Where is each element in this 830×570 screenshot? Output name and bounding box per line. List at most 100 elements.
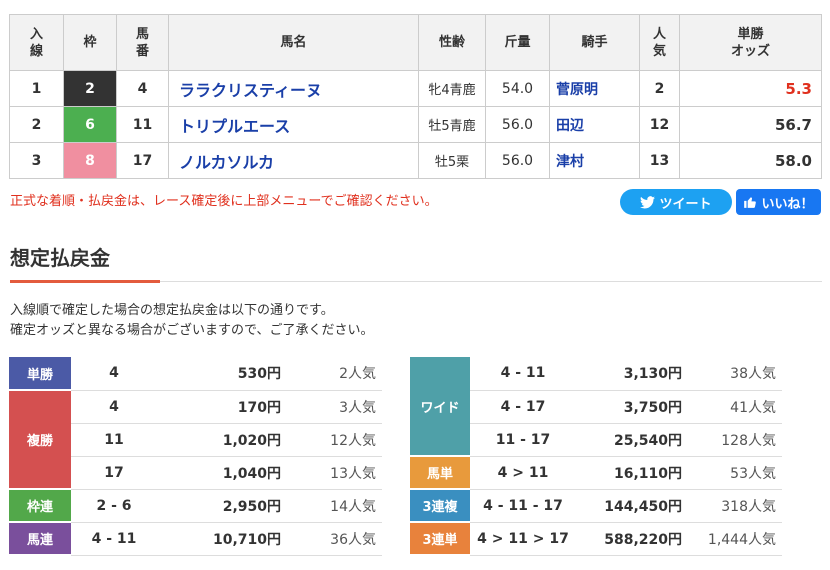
section-title: 想定払戻金: [10, 246, 110, 270]
header-odds: 単勝 オッズ: [679, 14, 822, 71]
horse-name-link[interactable]: ララクリスティーヌ: [168, 70, 419, 107]
payout-popularity: 41人気: [686, 390, 782, 424]
header-jockey: 騎手: [549, 14, 640, 71]
payout-amount: 530円: [157, 357, 285, 391]
payout-combination: 4 > 11: [470, 456, 576, 490]
payout-amount: 1,040円: [157, 456, 285, 490]
payout-popularity: 128人気: [686, 423, 782, 457]
payout-combination: 11: [71, 423, 157, 457]
description-line-1: 入線順で確定した場合の想定払戻金は以下の通りです。: [10, 303, 334, 318]
popularity-cell: 12: [639, 106, 680, 143]
payout-popularity: 318人気: [686, 489, 782, 523]
payout-label-wakuren: 枠連: [9, 489, 71, 523]
payout-combination: 4 - 11 - 17: [470, 489, 576, 523]
payout-label-sanrentan: 3連単: [410, 522, 470, 556]
payout-row-sanrentan: 3連単 4 > 11 > 17 588,220円 1,444人気: [410, 522, 782, 556]
payout-popularity: 13人気: [285, 456, 382, 490]
payout-amount: 3,750円: [576, 390, 686, 424]
payout-row-wide: ワイド 4 - 11 3,130円 38人気: [410, 357, 782, 457]
waku-cell: 8: [63, 142, 117, 179]
odds-cell: 58.0: [679, 142, 822, 179]
horse-name-link[interactable]: ノルカソルカ: [168, 142, 419, 179]
payout-amount: 170円: [157, 390, 285, 424]
payout-amount: 25,540円: [576, 423, 686, 457]
jockey-link[interactable]: 津村: [549, 142, 640, 179]
popularity-cell: 13: [639, 142, 680, 179]
rank-cell: 3: [9, 142, 64, 179]
tweet-button[interactable]: ツイート: [620, 189, 732, 215]
weight-cell: 54.0: [485, 70, 550, 107]
payout-row-umaren: 馬連 4 - 11 10,710円 36人気: [9, 522, 382, 556]
header-pop: 人気: [639, 14, 680, 71]
payout-popularity: 3人気: [285, 390, 382, 424]
like-label: いいね！: [761, 196, 814, 212]
header-weight: 斤量: [485, 14, 550, 71]
payout-amount: 10,710円: [157, 522, 285, 556]
result-row: 3 8 17 ノルカソルカ 牡5栗 56.0 津村 13 58.0: [9, 142, 822, 179]
payout-amount: 1,020円: [157, 423, 285, 457]
race-result-table: 入線 枠 馬番 馬名 性齢 斤量 騎手 人気 単勝 オッズ 1 2 4 ララクリスティー…: [9, 14, 822, 179]
payout-label-wide: ワイド: [410, 357, 470, 457]
confirmation-notice: 正式な着順・払戻金は、レース確定後に上部メニューでご確認ください。: [10, 194, 438, 209]
payout-combination: 4 - 11: [71, 522, 157, 556]
waku-cell: 2: [63, 70, 117, 107]
odds-cell: 56.7: [679, 106, 822, 143]
header-rank: 入線: [9, 14, 64, 71]
sex-age-cell: 牝4青鹿: [418, 70, 486, 107]
sex-age-cell: 牡5青鹿: [418, 106, 486, 143]
payout-label-umaren: 馬連: [9, 522, 71, 556]
payout-row-wakuren: 枠連 2 - 6 2,950円 14人気: [9, 489, 382, 523]
payout-popularity: 14人気: [285, 489, 382, 523]
weight-cell: 56.0: [485, 106, 550, 143]
waku-cell: 6: [63, 106, 117, 143]
payout-combination: 11 - 17: [470, 423, 576, 457]
payout-popularity: 36人気: [285, 522, 382, 556]
payout-label-tansho: 単勝: [9, 357, 71, 391]
payout-label-sanrenpuku: 3連複: [410, 489, 470, 523]
rank-cell: 2: [9, 106, 64, 143]
payout-popularity: 38人気: [686, 357, 782, 391]
section-divider-accent: [10, 280, 160, 283]
payout-popularity: 12人気: [285, 423, 382, 457]
header-sex: 性齢: [418, 14, 486, 71]
payout-row-umatan: 馬単 4 > 11 16,110円 53人気: [410, 456, 782, 490]
payout-label-fukusho: 複勝: [9, 390, 71, 490]
payout-amount: 144,450円: [576, 489, 686, 523]
section-description: 入線順で確定した場合の想定払戻金は以下の通りです。 確定オッズと異なる場合がござ…: [10, 301, 373, 341]
jockey-link[interactable]: 田辺: [549, 106, 640, 143]
payout-row-fukusho: 複勝 4 170円 3人気: [9, 390, 382, 490]
horse-number-cell: 4: [116, 70, 169, 107]
payout-row-tansho: 単勝 4 530円 2人気: [9, 357, 382, 391]
payout-table-left: 単勝 4 530円 2人気 複勝 4 170円 3人気 11 1,020円 12人気 17 1,040円…: [9, 357, 382, 556]
tweet-label: ツイート: [659, 196, 712, 212]
payout-popularity: 53人気: [686, 456, 782, 490]
result-row: 2 6 11 トリプルエース 牡5青鹿 56.0 田辺 12 56.7: [9, 106, 822, 143]
payout-amount: 2,950円: [157, 489, 285, 523]
payout-combination: 4: [71, 357, 157, 391]
payout-combination: 17: [71, 456, 157, 490]
payout-combination: 4 - 11: [470, 357, 576, 391]
like-button[interactable]: いいね！: [736, 189, 821, 215]
payout-row-sanrenpuku: 3連複 4 - 11 - 17 144,450円 318人気: [410, 489, 782, 523]
weight-cell: 56.0: [485, 142, 550, 179]
jockey-link[interactable]: 菅原明: [549, 70, 640, 107]
horse-number-cell: 17: [116, 142, 169, 179]
payout-table-right: ワイド 4 - 11 3,130円 38人気 4 - 17 3,750円 41人気 11 - …: [410, 357, 782, 556]
payout-amount: 16,110円: [576, 456, 686, 490]
odds-cell: 5.3: [679, 70, 822, 107]
header-num: 馬番: [116, 14, 169, 71]
header-horse: 馬名: [168, 14, 419, 71]
payout-popularity: 1,444人気: [686, 522, 782, 556]
payout-label-umatan: 馬単: [410, 456, 470, 490]
result-row: 1 2 4 ララクリスティーヌ 牝4青鹿 54.0 菅原明 2 5.3: [9, 70, 822, 107]
horse-number-cell: 11: [116, 106, 169, 143]
rank-cell: 1: [9, 70, 64, 107]
payout-amount: 588,220円: [576, 522, 686, 556]
thumbs-up-icon: [743, 195, 757, 209]
header-waku: 枠: [63, 14, 117, 71]
payout-combination: 4 > 11 > 17: [470, 522, 576, 556]
horse-name-link[interactable]: トリプルエース: [168, 106, 419, 143]
payout-combination: 2 - 6: [71, 489, 157, 523]
description-line-2: 確定オッズと異なる場合がございますので、ご了承ください。: [10, 323, 374, 338]
sex-age-cell: 牡5栗: [418, 142, 486, 179]
